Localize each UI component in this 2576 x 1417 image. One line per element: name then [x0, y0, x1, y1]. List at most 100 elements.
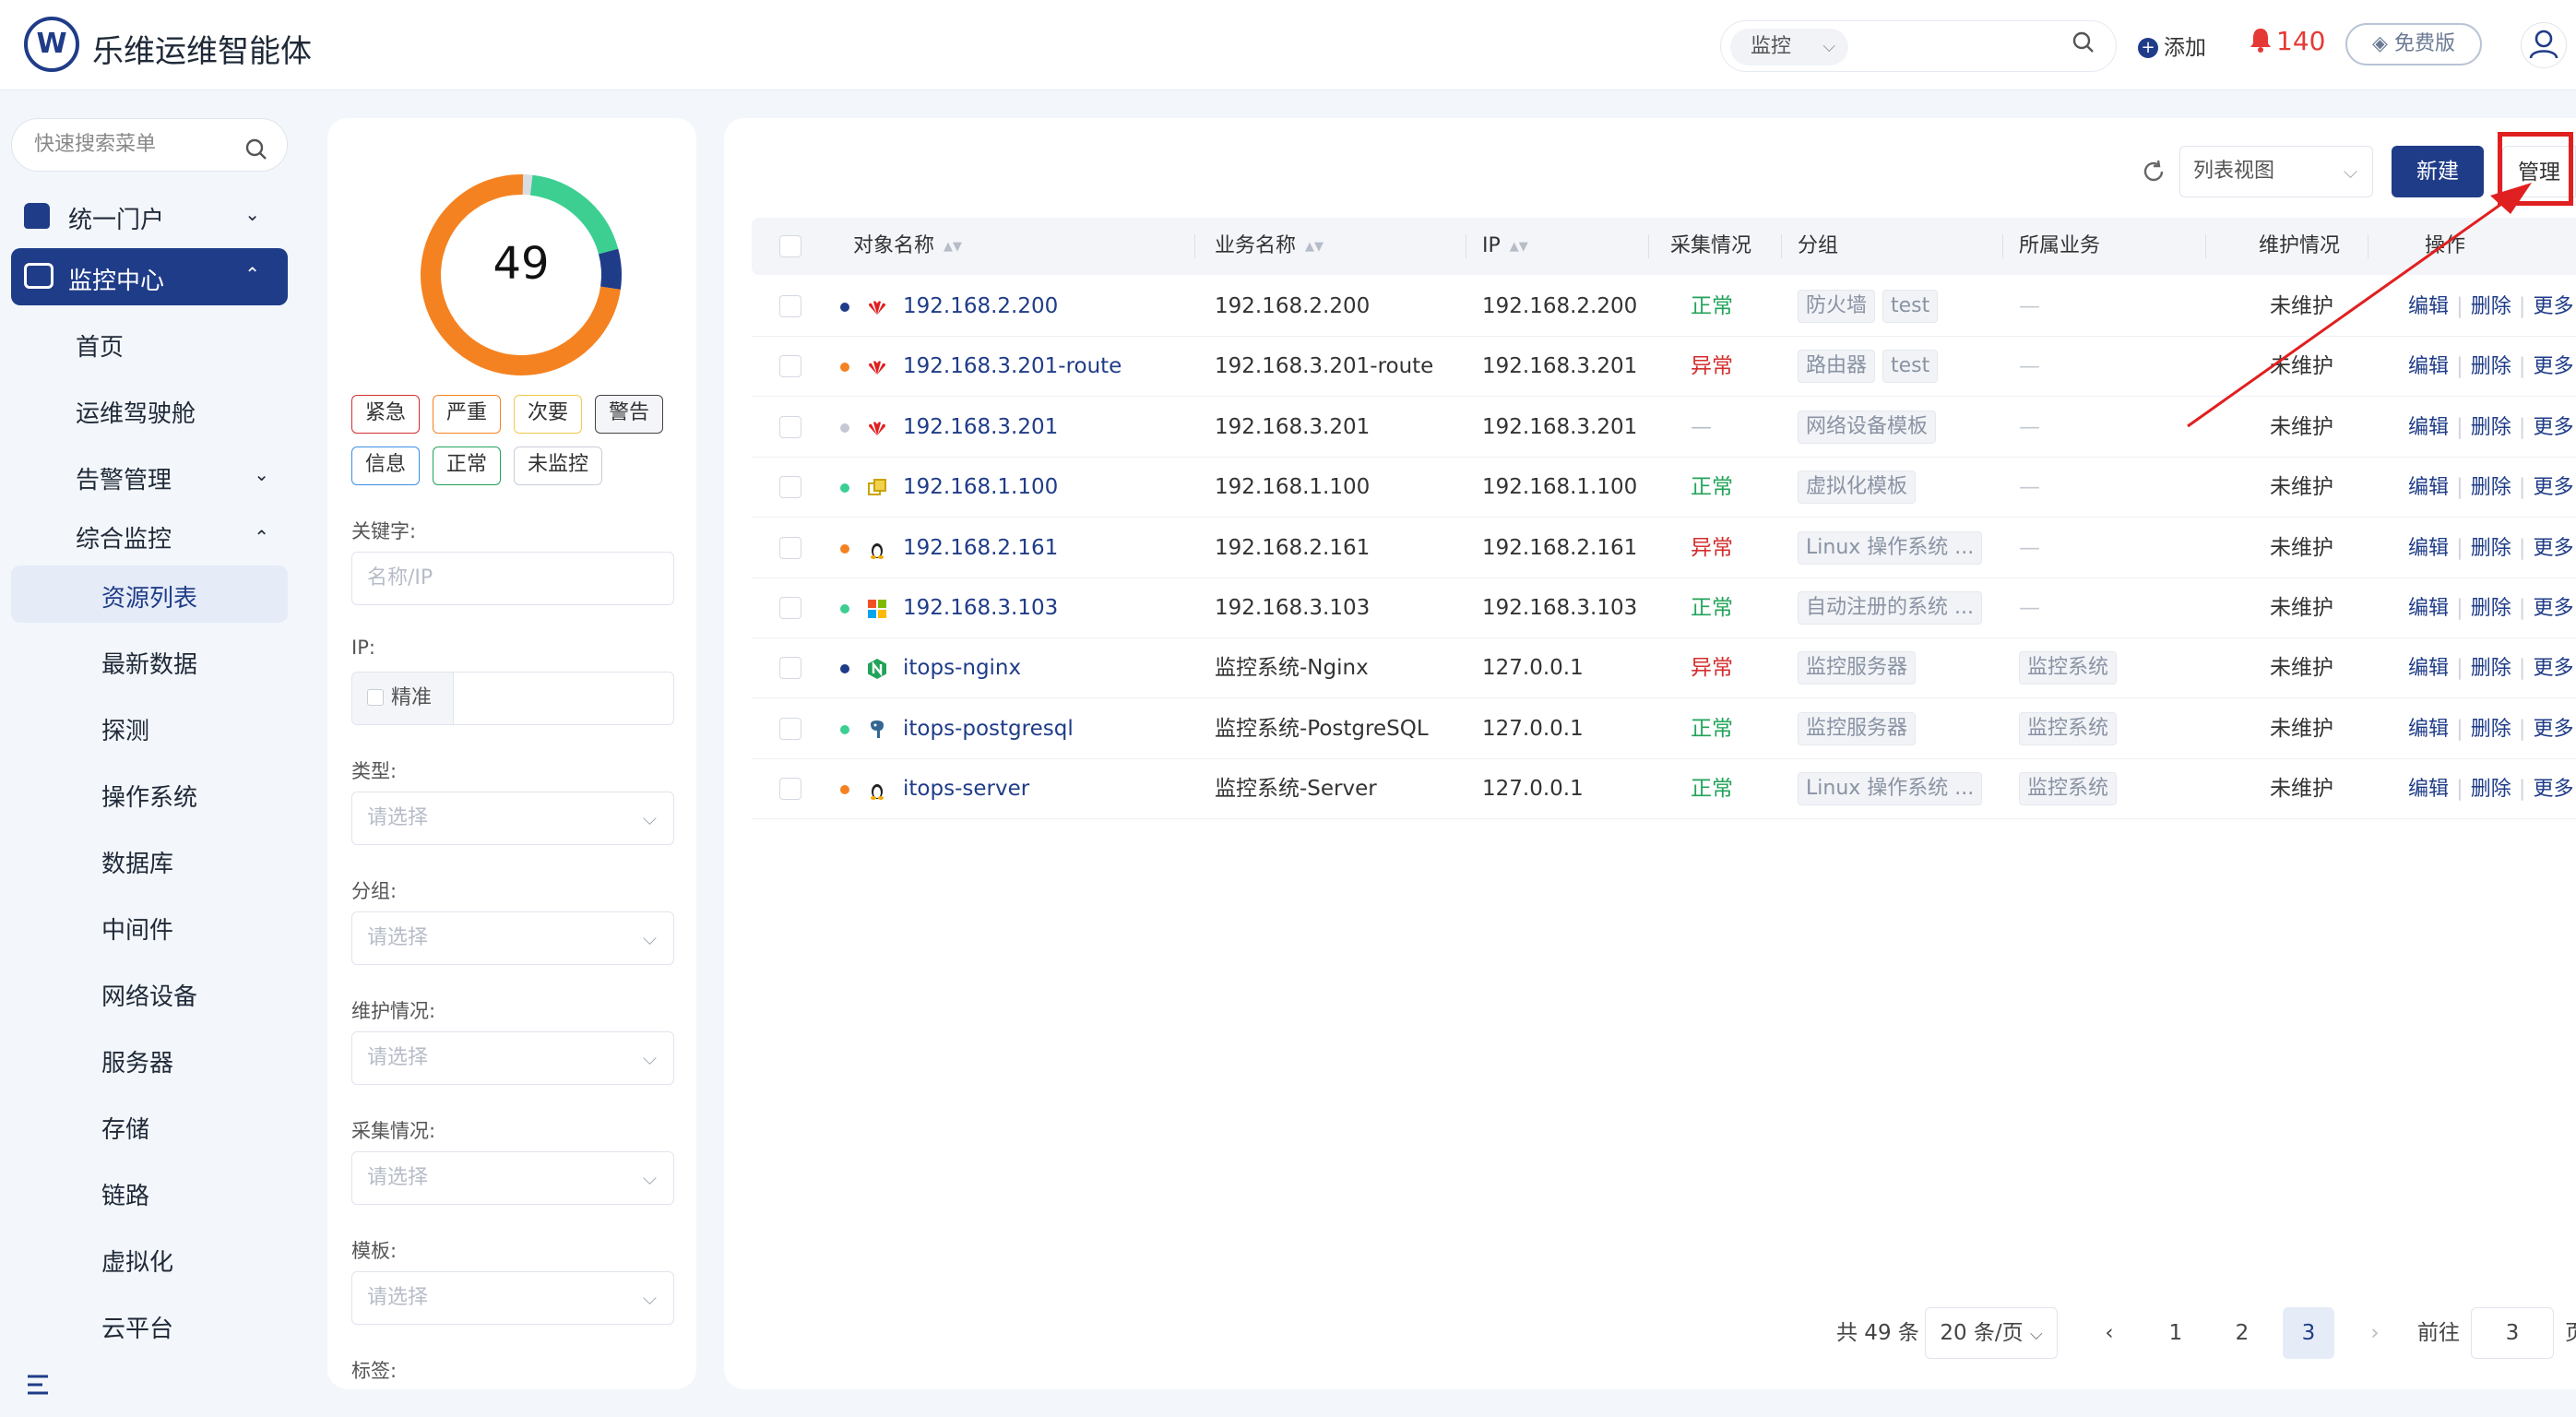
row-checkbox[interactable] [779, 717, 801, 740]
sidebar-item-portal[interactable]: 统一门户 ⌄ [11, 190, 288, 244]
object-name-link[interactable]: itops-server [903, 777, 1029, 801]
tag-minor[interactable]: 次要 [514, 395, 582, 434]
precise-checkbox[interactable]: 精准 [352, 673, 454, 724]
template-select[interactable]: 请选择 ⌵ [351, 1271, 674, 1325]
group-select[interactable]: 请选择 ⌵ [351, 911, 674, 965]
tag-unmonitored[interactable]: 未监控 [514, 447, 602, 485]
sidebar-item-database[interactable]: 数据库 [101, 845, 173, 879]
view-mode-select[interactable]: 列表视图 ⌵ [2179, 146, 2373, 197]
user-avatar[interactable] [2521, 22, 2567, 68]
edit-link[interactable]: 编辑 [2408, 476, 2449, 499]
object-name-link[interactable]: 192.168.3.103 [903, 596, 1058, 620]
menu-search-input[interactable]: 快速搜索菜单 [11, 118, 288, 172]
delete-link[interactable]: 删除 [2471, 476, 2511, 499]
tag-warning[interactable]: 警告 [595, 395, 663, 434]
row-checkbox[interactable] [779, 597, 801, 619]
edit-link[interactable]: 编辑 [2408, 778, 2449, 801]
more-link[interactable]: 更多 [2534, 657, 2574, 680]
more-link[interactable]: 更多 [2534, 537, 2574, 560]
delete-link[interactable]: 删除 [2471, 718, 2511, 741]
select-all-checkbox[interactable] [779, 235, 801, 257]
ip-input[interactable]: 精准 [351, 672, 674, 725]
delete-link[interactable]: 删除 [2471, 657, 2511, 680]
search-icon[interactable] [244, 130, 268, 182]
sidebar-item-cloud[interactable]: 云平台 [101, 1310, 173, 1344]
tag-severe[interactable]: 严重 [433, 395, 501, 434]
row-checkbox[interactable] [779, 295, 801, 317]
delete-link[interactable]: 删除 [2471, 778, 2511, 801]
object-name-link[interactable]: itops-nginx [903, 656, 1021, 680]
next-page-icon[interactable]: › [2349, 1307, 2401, 1359]
keyword-input[interactable]: 名称/IP [351, 552, 674, 605]
more-link[interactable]: 更多 [2534, 416, 2574, 439]
sidebar-item-middleware[interactable]: 中间件 [101, 911, 173, 946]
row-checkbox[interactable] [779, 657, 801, 680]
edit-link[interactable]: 编辑 [2408, 295, 2449, 318]
sidebar-item-link[interactable]: 链路 [101, 1177, 149, 1211]
edit-link[interactable]: 编辑 [2408, 657, 2449, 680]
object-name-link[interactable]: 192.168.2.161 [903, 536, 1058, 560]
sidebar-item-probe[interactable]: 探测 [101, 712, 149, 746]
sidebar-item-latest-data[interactable]: 最新数据 [101, 646, 197, 680]
table-row[interactable]: 192.168.3.201-route 192.168.3.201-route … [752, 337, 2576, 398]
col-name[interactable]: 对象名称 ▲▼ [853, 218, 962, 276]
row-checkbox[interactable] [779, 536, 801, 559]
delete-link[interactable]: 删除 [2471, 537, 2511, 560]
sidebar-item-network[interactable]: 网络设备 [101, 978, 197, 1012]
collect-select[interactable]: 请选择 ⌵ [351, 1151, 674, 1205]
row-checkbox[interactable] [779, 476, 801, 499]
col-biz-name[interactable]: 业务名称 ▲▼ [1215, 218, 1324, 276]
maint-select[interactable]: 请选择 ⌵ [351, 1031, 674, 1085]
global-search[interactable]: 监控 ⌵ [1720, 20, 2117, 72]
delete-link[interactable]: 删除 [2471, 416, 2511, 439]
refresh-icon[interactable] [2141, 159, 2166, 190]
sidebar-item-storage[interactable]: 存储 [101, 1111, 149, 1145]
delete-link[interactable]: 删除 [2471, 355, 2511, 378]
table-row[interactable]: itops-postgresql 监控系统-PostgreSQL 127.0.0… [752, 699, 2576, 759]
edit-link[interactable]: 编辑 [2408, 416, 2449, 439]
more-link[interactable]: 更多 [2534, 718, 2574, 741]
delete-link[interactable]: 删除 [2471, 597, 2511, 620]
table-row[interactable]: 192.168.2.161 192.168.2.161 192.168.2.16… [752, 518, 2576, 578]
goto-page-input[interactable]: 3 [2471, 1307, 2554, 1359]
prev-page-icon[interactable]: ‹ [2083, 1307, 2135, 1359]
table-row[interactable]: 192.168.3.201 192.168.3.201 192.168.3.20… [752, 398, 2576, 458]
edit-link[interactable]: 编辑 [2408, 597, 2449, 620]
object-name-link[interactable]: 192.168.3.201 [903, 415, 1058, 439]
table-row[interactable]: 192.168.1.100 192.168.1.100 192.168.1.10… [752, 458, 2576, 518]
page-3[interactable]: 3 [2283, 1307, 2334, 1359]
sidebar-item-virtual[interactable]: 虚拟化 [101, 1244, 173, 1278]
sidebar-item-cockpit[interactable]: 运维驾驶舱 [76, 395, 196, 429]
table-row[interactable]: 192.168.2.200 192.168.2.200 192.168.2.20… [752, 277, 2576, 337]
delete-link[interactable]: 删除 [2471, 295, 2511, 318]
table-row[interactable]: itops-nginx 监控系统-Nginx 127.0.0.1 异常 监控服务… [752, 638, 2576, 699]
more-link[interactable]: 更多 [2534, 476, 2574, 499]
type-select[interactable]: 请选择 ⌵ [351, 792, 674, 845]
page-size-select[interactable]: 20 条/页 ⌵ [1925, 1307, 2058, 1359]
sidebar-item-integrated[interactable]: 综合监控 ⌃ [76, 520, 269, 557]
search-scope-select[interactable]: 监控 ⌵ [1730, 29, 1848, 65]
status-donut-chart[interactable]: 49 [412, 166, 630, 384]
tag-normal[interactable]: 正常 [433, 447, 501, 485]
table-row[interactable]: itops-server 监控系统-Server 127.0.0.1 正常 Li… [752, 759, 2576, 820]
brand-logo[interactable] [24, 17, 79, 72]
page-1[interactable]: 1 [2150, 1307, 2202, 1359]
row-checkbox[interactable] [779, 415, 801, 438]
table-row[interactable]: 192.168.3.103 192.168.3.103 192.168.3.10… [752, 578, 2576, 638]
more-link[interactable]: 更多 [2534, 295, 2574, 318]
sidebar-item-monitor-center[interactable]: 监控中心 ⌃ [11, 248, 288, 305]
tag-urgent[interactable]: 紧急 [351, 395, 420, 434]
new-button[interactable]: 新建 [2392, 146, 2484, 197]
object-name-link[interactable]: 192.168.1.100 [903, 475, 1058, 499]
sidebar-item-home[interactable]: 首页 [76, 328, 124, 363]
object-name-link[interactable]: 192.168.2.200 [903, 294, 1058, 318]
search-icon[interactable] [2071, 30, 2095, 60]
sidebar-item-os[interactable]: 操作系统 [101, 779, 197, 813]
object-name-link[interactable]: 192.168.3.201-route [903, 354, 1122, 378]
add-button[interactable]: + 添加 [2138, 30, 2206, 61]
edit-link[interactable]: 编辑 [2408, 537, 2449, 560]
row-checkbox[interactable] [779, 778, 801, 801]
edit-link[interactable]: 编辑 [2408, 355, 2449, 378]
more-link[interactable]: 更多 [2534, 778, 2574, 801]
object-name-link[interactable]: itops-postgresql [903, 717, 1074, 741]
